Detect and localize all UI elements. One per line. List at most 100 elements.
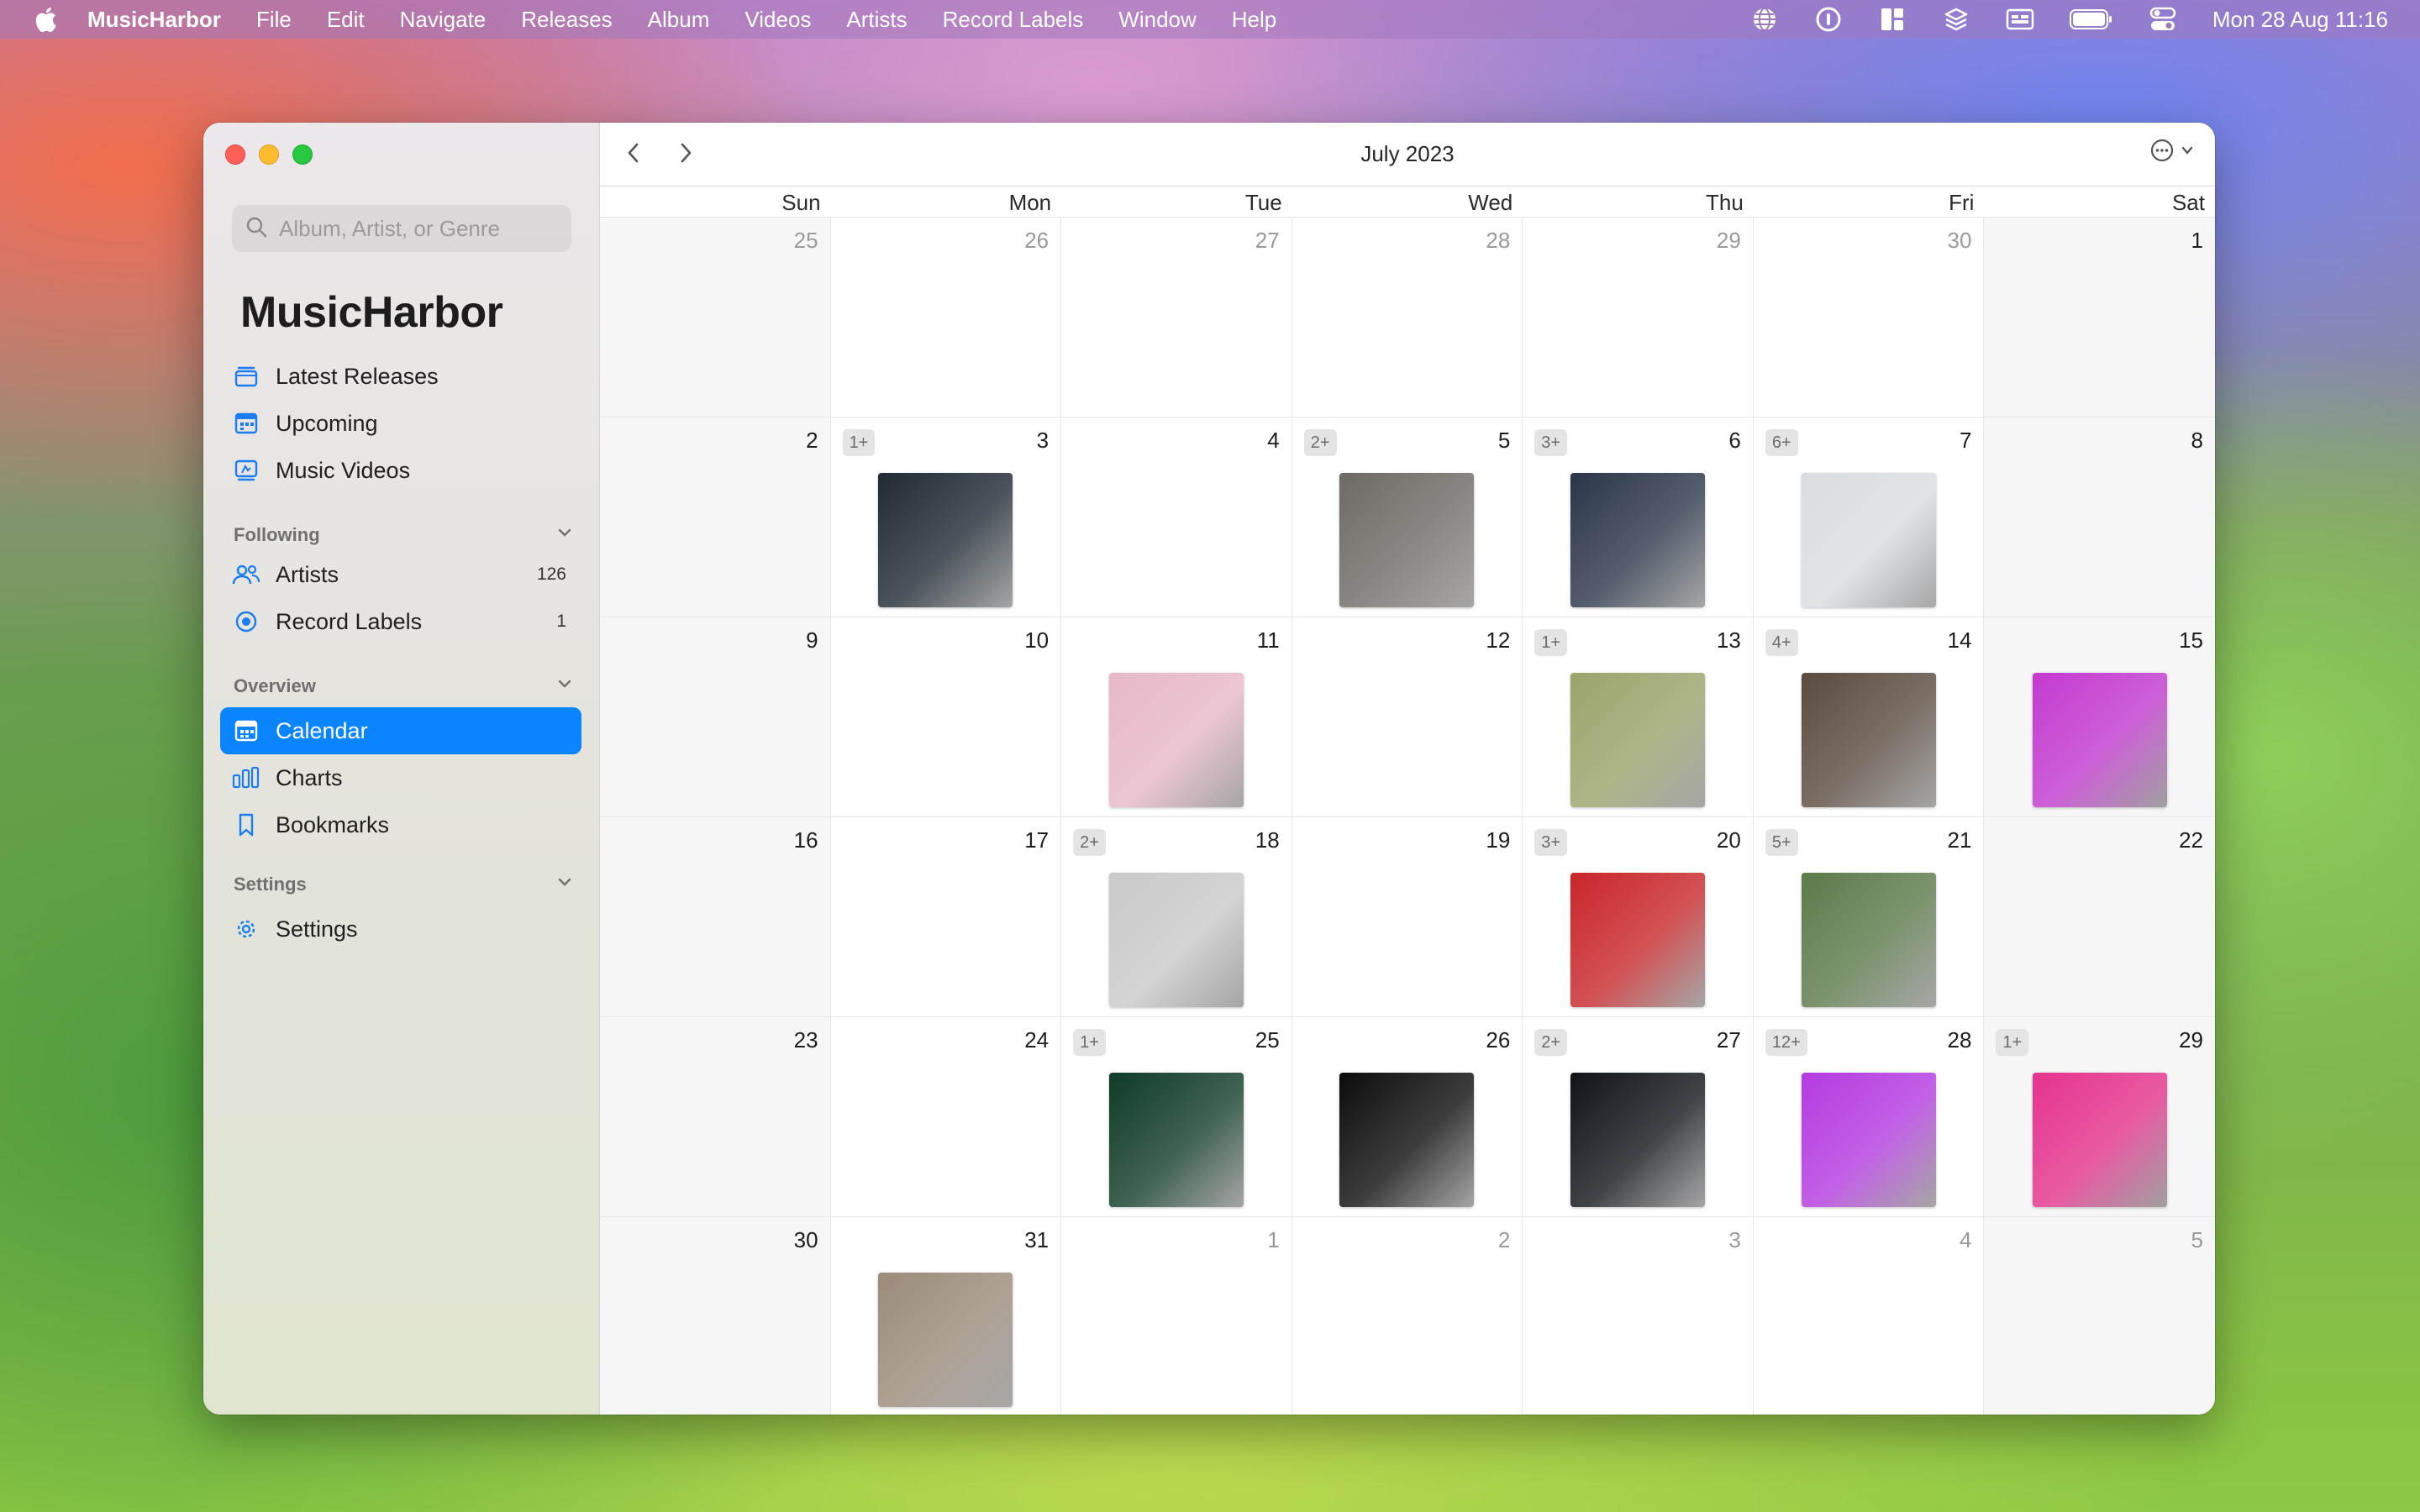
album-artwork[interactable] [1339,473,1475,607]
calendar-day-cell[interactable]: 24 [830,1016,1062,1216]
album-artwork[interactable] [1339,1073,1475,1207]
calendar-day-cell[interactable]: 4 [1753,1216,1985,1415]
chevron-down-icon[interactable] [556,675,573,697]
globe-icon[interactable] [1750,8,1779,31]
menu-help[interactable]: Help [1232,7,1276,33]
more-options-button[interactable] [2149,138,2195,167]
sidebar-item-bookmarks[interactable]: Bookmarks [220,801,581,848]
calendar-day-cell[interactable]: 6 3+ [1523,417,1754,617]
calendar-day-cell[interactable]: 27 2+ [1523,1016,1754,1216]
album-artwork[interactable] [1801,873,1936,1007]
calendar-day-cell[interactable]: 30 [1753,217,1985,417]
calendar-day-cell[interactable]: 31 [830,1216,1062,1415]
calendar-day-cell[interactable]: 23 [600,1016,831,1216]
album-artwork[interactable] [1108,873,1244,1007]
battery-icon[interactable] [2069,8,2113,31]
app-name-menu[interactable]: MusicHarbor [87,7,221,33]
menu-file[interactable]: File [256,7,292,33]
sidebar-item-record-labels[interactable]: Record Labels 1 [220,598,581,645]
calendar-day-cell[interactable]: 3 1+ [830,417,1062,617]
sidebar-item-artists[interactable]: Artists 126 [220,551,581,598]
calendar-day-cell[interactable]: 7 6+ [1753,417,1985,617]
album-artwork[interactable] [1570,873,1706,1007]
album-artwork[interactable] [1801,473,1936,607]
calendar-day-cell[interactable]: 9 [600,617,831,816]
album-artwork[interactable] [1108,673,1244,807]
more-releases-badge[interactable]: 1+ [1534,629,1568,656]
sidebar-item-upcoming[interactable]: Upcoming [220,400,581,447]
calendar-day-cell[interactable]: 25 1+ [1061,1016,1292,1216]
more-releases-badge[interactable]: 3+ [1534,429,1568,456]
layers-icon[interactable] [1942,8,1970,31]
next-month-button[interactable] [669,138,702,171]
calendar-day-cell[interactable]: 30 [600,1216,831,1415]
calendar-day-cell[interactable]: 13 1+ [1523,617,1754,816]
album-artwork[interactable] [1108,1073,1244,1207]
calendar-day-cell[interactable]: 5 2+ [1292,417,1523,617]
menu-releases[interactable]: Releases [521,7,612,33]
menu-videos[interactable]: Videos [744,7,811,33]
section-settings[interactable]: Settings [234,874,573,895]
calendar-day-cell[interactable]: 1 [1984,217,2215,417]
calendar-day-cell[interactable]: 29 [1523,217,1754,417]
minimize-window-button[interactable] [259,144,279,165]
album-artwork[interactable] [878,1273,1013,1407]
album-artwork[interactable] [1801,1073,1936,1207]
menu-artists[interactable]: Artists [846,7,907,33]
calendar-day-cell[interactable]: 1 [1061,1216,1292,1415]
chevron-down-icon[interactable] [556,874,573,895]
calendar-day-cell[interactable]: 11 [1061,617,1292,816]
sidebar-item-charts[interactable]: Charts [220,754,581,801]
calendar-day-cell[interactable]: 5 [1984,1216,2215,1415]
calendar-day-cell[interactable]: 16 [600,816,831,1016]
calendar-day-cell[interactable]: 25 [600,217,831,417]
sidebar-item-settings[interactable]: Settings [220,906,581,953]
more-releases-badge[interactable]: 12+ [1765,1029,1807,1056]
calendar-day-cell[interactable]: 2 [600,417,831,617]
more-releases-badge[interactable]: 4+ [1765,629,1798,656]
album-artwork[interactable] [1570,1073,1706,1207]
calendar-day-cell[interactable]: 20 3+ [1523,816,1754,1016]
sidebar-item-latest-releases[interactable]: Latest Releases [220,353,581,400]
more-releases-badge[interactable]: 2+ [1303,429,1337,456]
menu-edit[interactable]: Edit [327,7,365,33]
calendar-day-cell[interactable]: 15 [1984,617,2215,816]
section-following[interactable]: Following [234,524,573,546]
calendar-day-cell[interactable]: 18 2+ [1061,816,1292,1016]
calendar-day-cell[interactable]: 26 [1292,1016,1523,1216]
album-artwork[interactable] [1801,673,1936,807]
calendar-day-cell[interactable]: 29 1+ [1984,1016,2215,1216]
calendar-day-cell[interactable]: 4 [1061,417,1292,617]
more-releases-badge[interactable]: 5+ [1765,829,1798,856]
chevron-down-icon[interactable] [556,524,573,546]
search-field[interactable] [232,205,571,252]
more-releases-badge[interactable]: 1+ [842,429,876,456]
password-icon[interactable] [1814,7,1843,32]
calendar-day-cell[interactable]: 2 [1292,1216,1523,1415]
calendar-day-cell[interactable]: 3 [1523,1216,1754,1415]
calendar-day-cell[interactable]: 21 5+ [1753,816,1985,1016]
calendar-day-cell[interactable]: 28 12+ [1753,1016,1985,1216]
previous-month-button[interactable] [617,138,650,171]
layout-icon[interactable] [1878,8,1907,31]
album-artwork[interactable] [1570,673,1706,807]
search-input[interactable] [279,215,565,242]
album-artwork[interactable] [1570,473,1706,607]
more-releases-badge[interactable]: 1+ [1073,1029,1106,1056]
album-artwork[interactable] [2032,673,2167,807]
more-releases-badge[interactable]: 1+ [1996,1029,2029,1056]
menu-record-labels[interactable]: Record Labels [943,7,1084,33]
more-releases-badge[interactable]: 6+ [1765,429,1798,456]
album-artwork[interactable] [878,473,1013,607]
calendar-day-cell[interactable]: 26 [830,217,1062,417]
more-releases-badge[interactable]: 3+ [1534,829,1568,856]
calendar-day-cell[interactable]: 8 [1984,417,2215,617]
calendar-day-cell[interactable]: 27 [1061,217,1292,417]
close-window-button[interactable] [225,144,245,165]
display-icon[interactable] [2006,8,2034,31]
menu-navigate[interactable]: Navigate [400,7,487,33]
calendar-day-cell[interactable]: 22 [1984,816,2215,1016]
calendar-day-cell[interactable]: 10 [830,617,1062,816]
control-center-icon[interactable] [2149,7,2177,31]
calendar-day-cell[interactable]: 17 [830,816,1062,1016]
